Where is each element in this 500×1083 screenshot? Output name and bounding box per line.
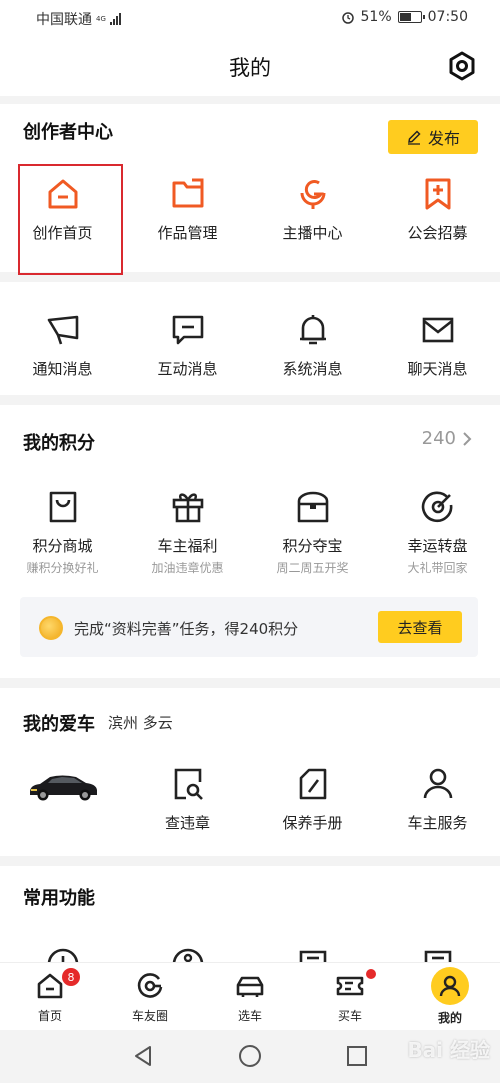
- watermark: Bai 经验: [407, 1038, 490, 1062]
- microphone-icon: [300, 180, 325, 209]
- works-manage-item[interactable]: 作品管理: [125, 176, 250, 243]
- points-count: 240: [421, 428, 456, 449]
- user-icon: [423, 768, 452, 799]
- tab-choose-car[interactable]: 选车: [200, 963, 300, 1030]
- guild-recruit-item[interactable]: 公会招募: [375, 176, 500, 243]
- violation-query-label: 查违章: [164, 814, 210, 832]
- maintenance-manual-label: 保养手册: [282, 814, 343, 832]
- manual-icon: [299, 768, 326, 800]
- page-title: 我的: [229, 56, 271, 80]
- tab-home[interactable]: 8 首页: [0, 963, 100, 1030]
- car-location-weather: 滨州 多云: [108, 714, 173, 732]
- car-icon: [236, 976, 264, 997]
- owner-service-label: 车主服务: [407, 814, 468, 832]
- home-badge: 8: [62, 968, 80, 986]
- tab-car-friends[interactable]: 车友圈: [100, 963, 200, 1030]
- chat-message-label: 聊天消息: [407, 360, 468, 378]
- publish-label: 发布: [427, 129, 460, 148]
- battery-percent: 51%: [360, 9, 392, 25]
- coin-icon: [39, 616, 63, 640]
- battery-icon: [397, 11, 425, 23]
- tab-buy-car[interactable]: 买车: [300, 963, 400, 1030]
- view-task-button[interactable]: 去查看: [378, 611, 462, 643]
- violation-query-item[interactable]: 查违章: [125, 766, 250, 833]
- notice-message-label: 通知消息: [32, 360, 93, 378]
- carrier-label: 中国联通: [36, 12, 92, 28]
- owner-service-item[interactable]: 车主服务: [375, 766, 500, 833]
- points-title: 我的积分: [23, 433, 95, 454]
- system-message-item[interactable]: 系统消息: [250, 312, 375, 379]
- tab-choose-car-label: 选车: [237, 1009, 262, 1023]
- buy-car-dot: [366, 969, 376, 979]
- gift-icon: [172, 493, 203, 523]
- system-message-label: 系统消息: [282, 360, 343, 378]
- anchor-center-item[interactable]: 主播中心: [250, 176, 375, 243]
- bookmark-plus-icon: [425, 178, 450, 210]
- works-manage-label: 作品管理: [157, 224, 218, 242]
- tab-me[interactable]: 我的: [400, 963, 500, 1030]
- lucky-wheel-label: 幸运转盘: [407, 537, 468, 555]
- owner-benefits-item[interactable]: 车主福利 加油违章优惠: [125, 489, 250, 576]
- gear-icon[interactable]: [446, 50, 478, 82]
- task-text: 完成“资料完善”任务，得240积分: [74, 620, 299, 638]
- owner-benefits-label: 车主福利: [157, 537, 218, 555]
- points-mall-item[interactable]: 积分商城 赚积分换好礼: [0, 489, 125, 576]
- points-mall-label: 积分商城: [32, 537, 93, 555]
- points-treasure-sub: 周二周五开奖: [276, 561, 349, 575]
- notice-message-item[interactable]: 通知消息: [0, 312, 125, 379]
- tab-car-friends-label: 车友圈: [131, 1009, 168, 1023]
- signal-icon: [110, 13, 121, 25]
- chevron-right-icon: [463, 431, 472, 446]
- points-treasure-label: 积分夺宝: [282, 537, 343, 555]
- mail-icon: [422, 317, 453, 343]
- maintenance-manual-item[interactable]: 保养手册: [250, 766, 375, 833]
- clock: 07:50: [427, 9, 468, 25]
- page-header: 我的: [0, 34, 500, 96]
- status-bar: 中国联通 4G 51% 07:50: [0, 0, 500, 34]
- tab-me-label: 我的: [437, 1011, 462, 1025]
- publish-button[interactable]: 发布: [388, 120, 478, 154]
- network-label: 4G: [96, 14, 106, 23]
- anchor-center-label: 主播中心: [282, 224, 343, 242]
- person-icon: [439, 975, 461, 997]
- circle-icon: [137, 973, 163, 998]
- creator-center-title: 创作者中心: [23, 122, 113, 143]
- bell-icon: [299, 315, 326, 345]
- chat-message-item[interactable]: 聊天消息: [375, 312, 500, 379]
- treasure-box-icon: [297, 491, 328, 523]
- tab-home-label: 首页: [37, 1009, 62, 1023]
- recents-icon[interactable]: [345, 1044, 369, 1068]
- lucky-wheel-sub: 大礼带回家: [407, 561, 468, 575]
- home-icon: [37, 973, 63, 999]
- task-banner: 完成“资料完善”任务，得240积分 去查看: [20, 597, 478, 657]
- chat-icon: [172, 315, 203, 345]
- lucky-wheel-item[interactable]: 幸运转盘 大礼带回家: [375, 489, 500, 576]
- interaction-message-item[interactable]: 互动消息: [125, 312, 250, 379]
- bottom-tab-bar: 8 首页 车友圈 选车 买车 我的: [0, 962, 500, 1030]
- pen-icon: [407, 130, 421, 145]
- common-functions-title: 常用功能: [23, 888, 95, 909]
- home-nav-icon[interactable]: [238, 1044, 262, 1068]
- ticket-icon: [336, 976, 364, 996]
- messages-card: 通知消息 互动消息 系统消息 聊天消息: [0, 282, 500, 395]
- owner-benefits-sub: 加油违章优惠: [151, 561, 224, 575]
- car-image[interactable]: [26, 768, 100, 804]
- shopping-bag-icon: [49, 491, 76, 523]
- me-tab-badge: [431, 967, 469, 1005]
- highlight-box: [18, 164, 123, 275]
- back-icon[interactable]: [131, 1044, 155, 1068]
- guild-recruit-label: 公会招募: [407, 224, 468, 242]
- points-value[interactable]: 240: [422, 428, 472, 449]
- points-treasure-item[interactable]: 积分夺宝 周二周五开奖: [250, 489, 375, 576]
- folder-icon: [172, 178, 203, 208]
- my-car-title: 我的爱车: [23, 714, 95, 735]
- target-icon: [421, 491, 452, 523]
- search-doc-icon: [174, 768, 203, 800]
- megaphone-icon: [47, 315, 78, 345]
- interaction-message-label: 互动消息: [157, 360, 218, 378]
- points-mall-sub: 赚积分换好礼: [26, 561, 99, 575]
- tab-buy-car-label: 买车: [337, 1009, 362, 1023]
- alarm-icon: [341, 12, 354, 24]
